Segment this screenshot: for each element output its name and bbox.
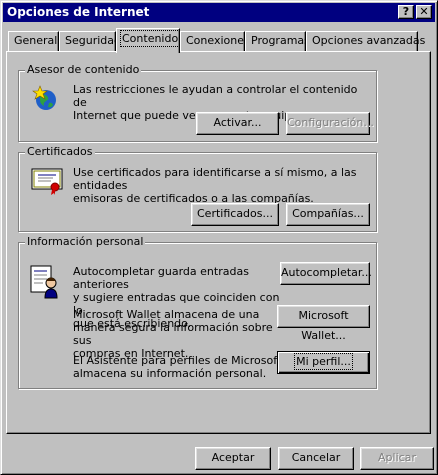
apply-button[interactable]: Aplicar bbox=[360, 447, 434, 470]
autocomplete-button[interactable]: Autocompletar... bbox=[280, 262, 372, 285]
my-profile-button-label: Mi perfil... bbox=[294, 353, 353, 370]
certificates-group: Certificados Use certificados para ident… bbox=[18, 145, 377, 232]
tab-conexiones[interactable]: Conexiones bbox=[180, 31, 250, 51]
certificates-button[interactable]: Certificados... bbox=[191, 203, 279, 226]
tab-label: Seguridad bbox=[65, 34, 121, 47]
tab-label: General bbox=[14, 34, 58, 47]
autocomplete-button-label: Autocompletar... bbox=[281, 266, 372, 279]
microsoft-wallet-button[interactable]: Microsoft Wallet... bbox=[277, 305, 370, 342]
title-bar[interactable]: Opciones de Internet ? ✕ bbox=[3, 3, 435, 22]
window-title: Opciones de Internet bbox=[7, 5, 150, 19]
activate-button-label: Activar... bbox=[213, 116, 262, 129]
tab-seguridad[interactable]: Seguridad bbox=[59, 31, 121, 51]
settings-button[interactable]: Configuración... bbox=[286, 112, 374, 135]
certificates-label: Certificados bbox=[25, 145, 95, 158]
close-button[interactable]: ✕ bbox=[416, 5, 432, 19]
cancel-button-label: Cancelar bbox=[291, 451, 341, 464]
wallet-button-label: Microsoft Wallet... bbox=[298, 309, 349, 342]
certificates-description: Use certificados para identificarse a sí… bbox=[73, 166, 357, 205]
content-advisor-globe-icon bbox=[32, 85, 56, 110]
tab-label: Opciones avanzadas bbox=[312, 34, 426, 47]
settings-button-label: Configuración... bbox=[287, 116, 374, 129]
personal-info-group: Información personal Autocompletar guard… bbox=[18, 235, 377, 389]
tab-opciones-avanzadas[interactable]: Opciones avanzadas bbox=[306, 31, 425, 51]
wallet-description: Microsoft Wallet almacena de una manera … bbox=[73, 308, 273, 360]
tab-label: Conexiones bbox=[186, 34, 250, 47]
content-advisor-label: Asesor de contenido bbox=[25, 63, 142, 76]
content-advisor-group: Asesor de contenido Las restricciones le… bbox=[18, 63, 377, 142]
certificates-button-label: Certificados... bbox=[197, 207, 273, 220]
content-tab-panel: Asesor de contenido Las restricciones le… bbox=[6, 51, 431, 434]
profile-description: El Asistente para perfiles de Microsoft … bbox=[73, 354, 282, 380]
companies-button-label: Compañías... bbox=[292, 207, 364, 220]
profile-card-icon bbox=[30, 265, 58, 299]
companies-button[interactable]: Compañías... bbox=[286, 203, 370, 226]
accept-button-label: Aceptar bbox=[211, 451, 255, 464]
tab-general[interactable]: General bbox=[8, 31, 59, 51]
help-button[interactable]: ? bbox=[398, 5, 414, 19]
tab-programas[interactable]: Programas bbox=[245, 31, 310, 51]
tab-label: Contenido bbox=[119, 30, 181, 47]
apply-button-label: Aplicar bbox=[378, 451, 416, 464]
accept-button[interactable]: Aceptar bbox=[195, 447, 271, 470]
activate-button[interactable]: Activar... bbox=[196, 112, 279, 135]
my-profile-button[interactable]: Mi perfil... bbox=[277, 351, 370, 374]
certificate-icon bbox=[31, 168, 63, 195]
tab-contenido[interactable]: Contenido bbox=[116, 28, 181, 53]
tab-label: Programas bbox=[251, 34, 310, 47]
personal-info-label: Información personal bbox=[25, 235, 146, 248]
cancel-button[interactable]: Cancelar bbox=[278, 447, 354, 470]
